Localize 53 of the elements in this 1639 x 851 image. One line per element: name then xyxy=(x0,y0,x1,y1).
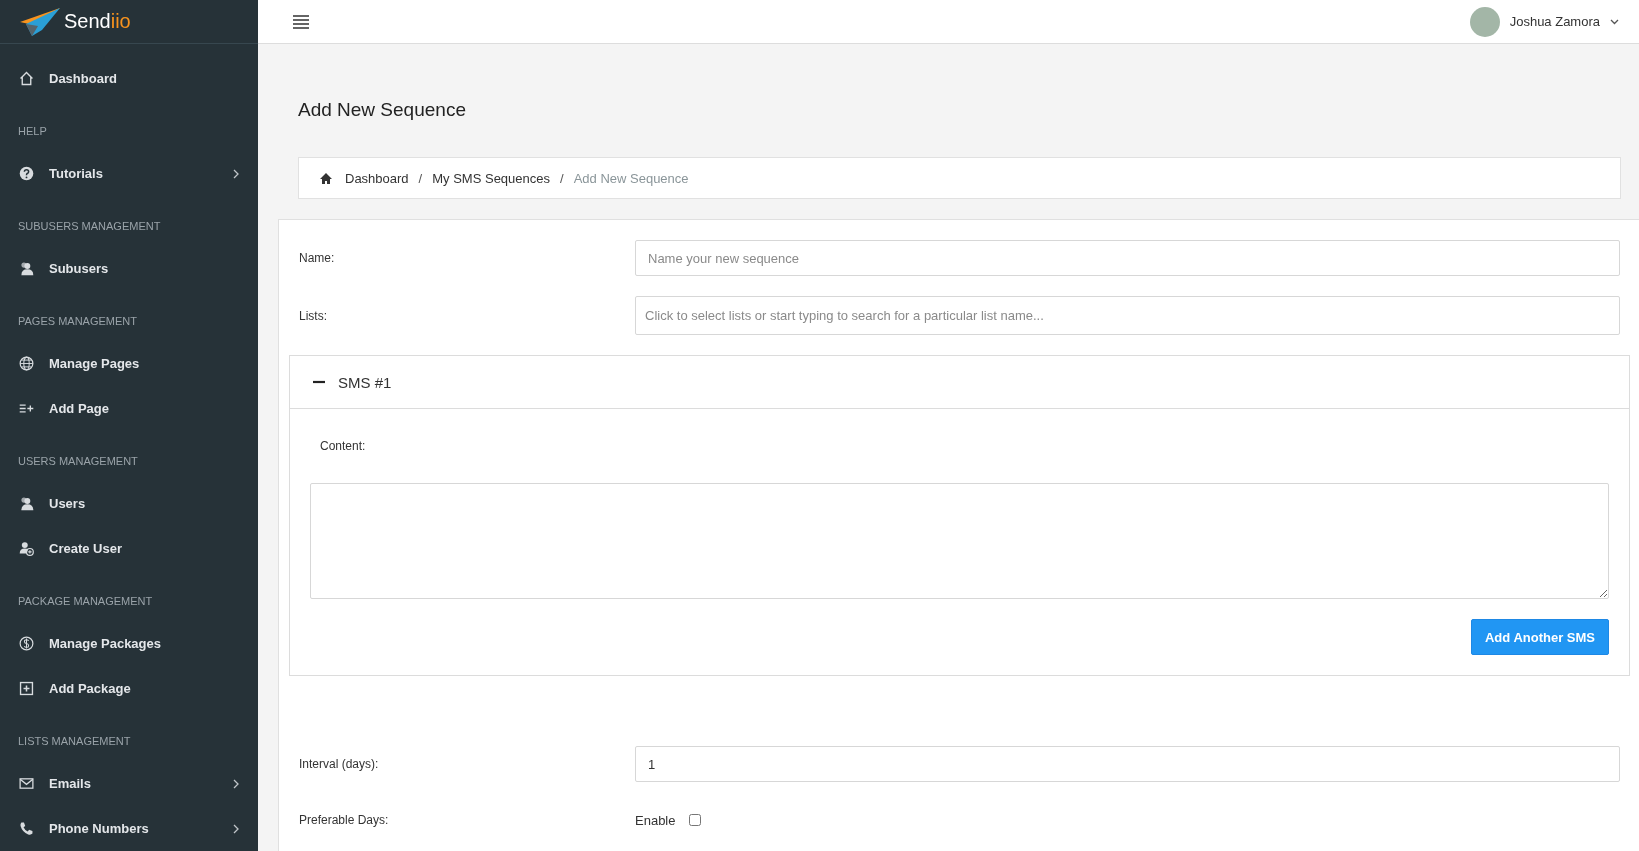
help-icon xyxy=(18,165,35,182)
sidebar-item[interactable]: Tutorials xyxy=(0,151,258,196)
home-icon xyxy=(18,70,35,87)
plus-square-icon xyxy=(18,680,35,697)
sidebar-section-heading: PACKAGE MANAGEMENT xyxy=(17,594,154,609)
checkbox-label: Enable xyxy=(635,812,676,828)
breadcrumb-current: Add New Sequence xyxy=(573,170,689,186)
dollar-icon xyxy=(18,635,35,652)
sidebar-item[interactable]: Add Page xyxy=(0,386,258,431)
interval-input[interactable]: 1 xyxy=(635,746,1620,782)
chevron-icon xyxy=(232,778,240,789)
sidebar-section-heading: LISTS MANAGEMENT xyxy=(17,734,132,749)
paper-plane-logo-icon xyxy=(18,5,62,38)
sidebar-item[interactable]: Manage Pages xyxy=(0,341,258,386)
globe-icon xyxy=(18,355,35,372)
field-label: Lists: xyxy=(299,308,328,323)
caret-icon[interactable] xyxy=(1610,18,1619,25)
home-icon[interactable] xyxy=(319,171,333,185)
chevron-icon xyxy=(232,168,240,179)
enable-checkbox[interactable] xyxy=(689,814,702,826)
phone-icon xyxy=(18,820,35,837)
user-name[interactable]: Joshua Zamora xyxy=(1509,14,1600,29)
sidebar-item[interactable]: Phone Numbers xyxy=(0,806,258,851)
sidebar-item[interactable]: Users xyxy=(0,481,258,526)
field-label: Preferable Days: xyxy=(299,813,390,827)
sms-panel-header[interactable]: SMS #1 xyxy=(290,356,1629,409)
breadcrumb-separator: / xyxy=(559,170,565,186)
field-label: Content: xyxy=(320,439,367,453)
sidebar-item[interactable]: Subusers xyxy=(0,246,258,291)
sidebar-item[interactable]: Emails xyxy=(0,761,258,806)
users-icon xyxy=(18,495,35,512)
page-title: Add New Sequence xyxy=(298,99,467,121)
breadcrumb-link[interactable]: Dashboard xyxy=(345,170,409,186)
sidebar-section-heading: PAGES MANAGEMENT xyxy=(17,314,138,329)
user-add-icon xyxy=(18,540,35,557)
sidebar-section-heading: HELP xyxy=(17,124,48,139)
breadcrumb-separator: / xyxy=(417,170,424,186)
sidebar-item[interactable]: Manage Packages xyxy=(0,621,258,666)
lists-select-field[interactable]: Click to select lists or start typing to search for a particular list name... xyxy=(635,296,1620,335)
sidebar-item[interactable]: Dashboard xyxy=(0,56,258,101)
field-label: Interval (days): xyxy=(299,757,380,771)
name-input[interactable]: Name your new sequence xyxy=(635,240,1620,276)
sidebar-item[interactable]: Create User xyxy=(0,526,258,571)
menu-icon[interactable] xyxy=(292,13,310,30)
sidebar-section-heading: SUBUSERS MANAGEMENT xyxy=(17,219,162,234)
users-icon xyxy=(18,260,35,277)
brand-name: Sendiio xyxy=(64,10,131,33)
chevron-icon xyxy=(232,823,240,834)
sidebar-section-heading: USERS MANAGEMENT xyxy=(17,454,139,469)
field-label: Name: xyxy=(299,251,336,265)
sidebar-item[interactable]: Add Package xyxy=(0,666,258,711)
envelope-icon xyxy=(18,775,35,792)
breadcrumb-link[interactable]: My SMS Sequences xyxy=(432,170,550,186)
